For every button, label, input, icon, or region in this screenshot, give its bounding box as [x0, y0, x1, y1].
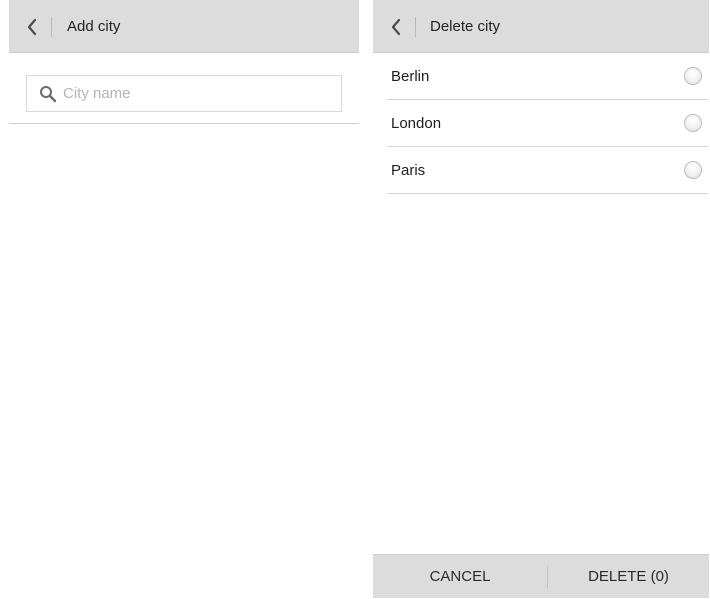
app-bar-divider	[51, 17, 52, 37]
chevron-left-icon	[391, 18, 401, 35]
chevron-left-icon	[27, 18, 37, 35]
city-row-berlin[interactable]: Berlin	[387, 53, 708, 100]
action-bar: CANCEL DELETE (0)	[373, 554, 709, 598]
city-name: Berlin	[391, 68, 430, 85]
search-icon	[40, 86, 57, 103]
delete-city-app-bar: Delete city	[373, 0, 709, 53]
city-name: Paris	[391, 162, 426, 179]
city-list: Berlin London Paris	[387, 53, 708, 194]
back-button[interactable]	[17, 10, 47, 43]
page-title: Add city	[67, 18, 121, 35]
radio-unchecked-icon[interactable]	[684, 114, 702, 132]
add-city-app-bar: Add city	[9, 0, 359, 53]
city-row-paris[interactable]: Paris	[387, 147, 708, 194]
search-box[interactable]	[26, 75, 342, 112]
page-title: Delete city	[430, 18, 501, 35]
delete-city-screen: Delete city Berlin London Paris CANCEL D…	[373, 0, 709, 598]
cancel-button[interactable]: CANCEL	[373, 555, 547, 599]
radio-unchecked-icon[interactable]	[684, 67, 702, 85]
city-name-input[interactable]	[63, 76, 333, 111]
delete-button[interactable]: DELETE (0)	[548, 555, 709, 599]
add-city-screen: Add city	[9, 0, 359, 598]
city-row-london[interactable]: London	[387, 100, 708, 147]
search-divider	[9, 123, 359, 124]
app-bar-divider	[415, 17, 416, 37]
back-button[interactable]	[381, 10, 411, 43]
radio-unchecked-icon[interactable]	[684, 161, 702, 179]
city-name: London	[391, 115, 442, 132]
